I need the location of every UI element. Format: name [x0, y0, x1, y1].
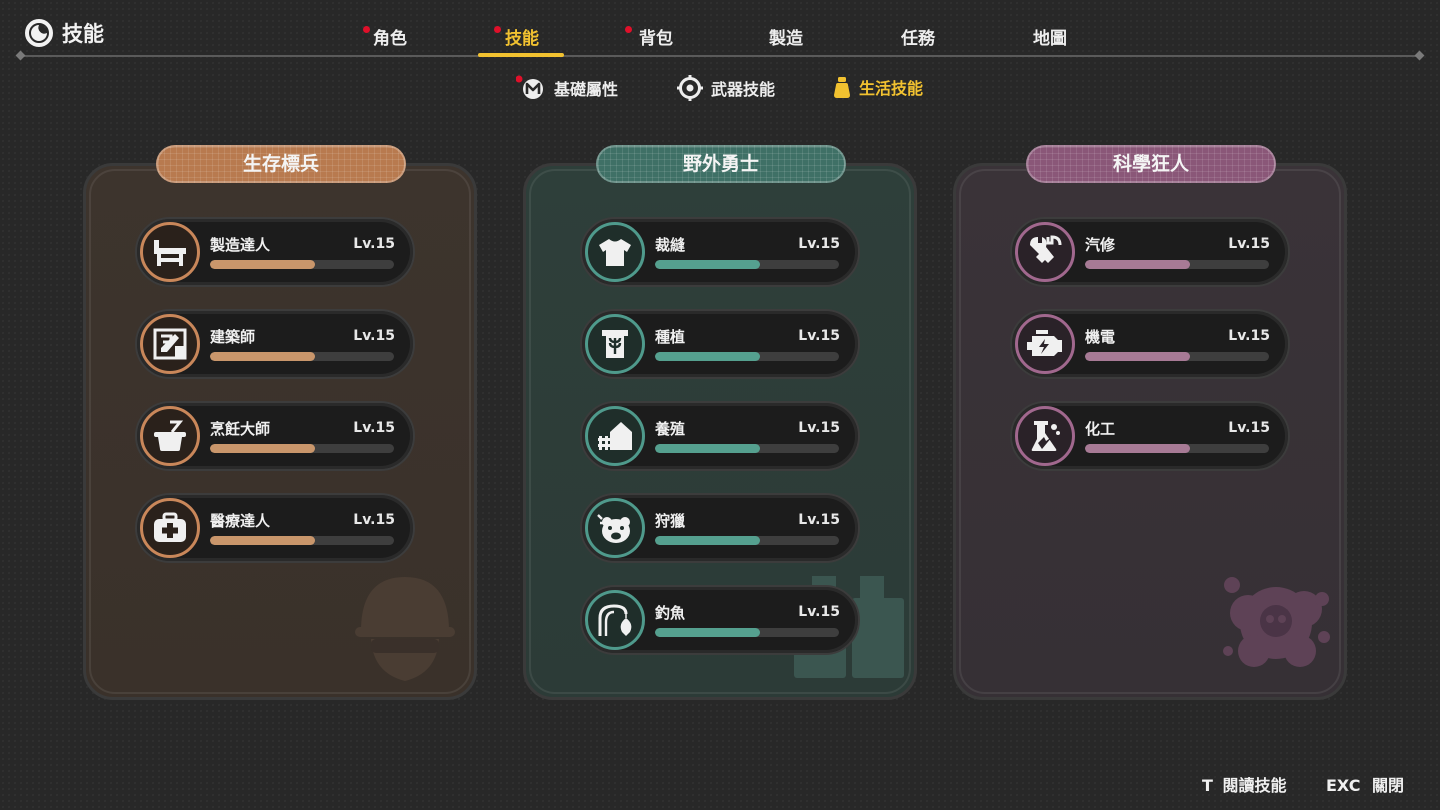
barn-icon [585, 406, 645, 466]
subtab-label: 武器技能 [711, 80, 776, 99]
tab-skills[interactable]: 技能 [480, 24, 564, 49]
engine-icon [1015, 314, 1075, 374]
skill-level: Lv.15 [1228, 420, 1270, 436]
skill-progress-bar [1085, 260, 1269, 269]
close-label: 關閉 [1372, 776, 1405, 795]
skill-level: Lv.15 [798, 604, 840, 620]
header-divider [20, 55, 1420, 57]
skill-card-crafting-master[interactable]: 製造達人 Lv.15 [135, 217, 415, 287]
skill-name: 醫療達人 [210, 512, 271, 530]
skill-name: 機電 [1085, 328, 1116, 346]
skill-progress-bar [655, 536, 839, 545]
tab-backpack[interactable]: 背包 [614, 24, 698, 49]
skill-card-chemical[interactable]: 化工 Lv.15 [1010, 401, 1290, 471]
skill-name: 養殖 [655, 420, 686, 438]
skill-card-breeding[interactable]: 養殖 Lv.15 [580, 401, 860, 471]
tab-quests[interactable]: 任務 [876, 24, 960, 49]
tab-crafting[interactable]: 製造 [744, 24, 828, 49]
skill-card-electromechanical[interactable]: 機電 Lv.15 [1010, 309, 1290, 379]
skill-name: 化工 [1085, 420, 1116, 438]
skill-level: Lv.15 [1228, 236, 1270, 252]
skill-card-architect[interactable]: 建築師 Lv.15 [135, 309, 415, 379]
wrenches-icon [1015, 222, 1075, 282]
subtab-label: 生活技能 [859, 79, 924, 98]
tab-character[interactable]: 角色 [348, 24, 432, 49]
medkit-icon [140, 498, 200, 558]
skill-level: Lv.15 [353, 328, 395, 344]
read-skill-label: 閱讀技能 [1222, 776, 1287, 795]
skill-name: 烹飪大師 [210, 420, 271, 438]
blueprint-icon [140, 314, 200, 374]
skill-card-tailoring[interactable]: 裁縫 Lv.15 [580, 217, 860, 287]
page-title: 技能 [24, 18, 104, 48]
skill-name: 狩獵 [655, 512, 686, 530]
subtab-weapon-skills[interactable]: 武器技能 [677, 75, 775, 101]
panel-title-survival: 生存標兵 [156, 145, 406, 183]
skill-level: Lv.15 [798, 328, 840, 344]
m-badge-icon [516, 75, 543, 99]
cooking-pot-icon [140, 406, 200, 466]
close-key: EXC [1326, 776, 1361, 795]
skill-level: Lv.15 [798, 236, 840, 252]
skill-progress-bar [210, 444, 394, 453]
flask-icon [1015, 406, 1075, 466]
skill-progress-bar [210, 260, 394, 269]
tab-map[interactable]: 地圖 [1008, 24, 1092, 49]
page-title-text: 技能 [62, 22, 104, 46]
skill-level: Lv.15 [353, 512, 395, 528]
skill-name: 種植 [655, 328, 686, 346]
skill-progress-bar [655, 628, 839, 637]
skill-name: 汽修 [1085, 236, 1116, 254]
skill-name: 製造達人 [210, 236, 271, 254]
fishing-rod-icon [585, 590, 645, 650]
skill-card-cooking-master[interactable]: 烹飪大師 Lv.15 [135, 401, 415, 471]
skill-level: Lv.15 [1228, 328, 1270, 344]
skill-level: Lv.15 [798, 420, 840, 436]
soldier-helmet-icon [355, 577, 455, 681]
workbench-icon [140, 222, 200, 282]
crosshair-icon [677, 75, 703, 101]
subtab-life-skills[interactable]: 生活技能 [833, 75, 923, 99]
bear-icon [585, 498, 645, 558]
panel-title-science: 科學狂人 [1026, 145, 1276, 183]
skill-level: Lv.15 [798, 512, 840, 528]
read-skill-hint[interactable]: T 閱讀技能 [1202, 772, 1287, 796]
wheat-sack-icon [585, 314, 645, 374]
skill-card-fishing[interactable]: 釣魚 Lv.15 [580, 585, 860, 655]
skill-progress-bar [655, 444, 839, 453]
skill-name: 裁縫 [655, 236, 686, 254]
skill-name: 建築師 [210, 328, 256, 346]
skill-progress-bar [655, 260, 839, 269]
subtab-label: 基礎屬性 [554, 80, 619, 99]
moon-swirl-icon [25, 19, 53, 47]
close-hint[interactable]: EXC 關閉 [1326, 772, 1404, 796]
skill-name: 釣魚 [655, 604, 686, 622]
shirt-icon [585, 222, 645, 282]
skill-progress-bar [1085, 352, 1269, 361]
skill-progress-bar [1085, 444, 1269, 453]
skill-card-medical-master[interactable]: 醫療達人 Lv.15 [135, 493, 415, 563]
skill-card-planting[interactable]: 種植 Lv.15 [580, 309, 860, 379]
pouch-icon [834, 77, 850, 98]
toxic-skull-cloud-icon [1223, 577, 1330, 667]
subtab-basic-attributes[interactable]: 基礎屬性 [516, 75, 618, 101]
skill-level: Lv.15 [353, 420, 395, 436]
skill-progress-bar [655, 352, 839, 361]
skill-progress-bar [210, 536, 394, 545]
skill-card-auto-repair[interactable]: 汽修 Lv.15 [1010, 217, 1290, 287]
panel-title-outdoor: 野外勇士 [596, 145, 846, 183]
skill-progress-bar [210, 352, 394, 361]
skill-level: Lv.15 [353, 236, 395, 252]
read-skill-key: T [1202, 776, 1213, 795]
active-tab-indicator [478, 53, 564, 57]
skill-card-hunting[interactable]: 狩獵 Lv.15 [580, 493, 860, 563]
